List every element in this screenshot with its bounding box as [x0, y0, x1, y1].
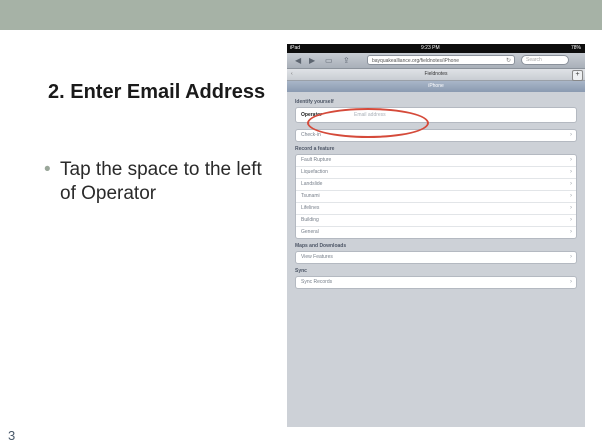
status-time: 9:23 PM — [421, 45, 440, 51]
chevron-right-icon: › — [570, 217, 572, 223]
group-operator: Operator Email address — [295, 107, 577, 123]
operator-row[interactable]: Operator Email address — [296, 108, 576, 122]
chevron-right-icon: › — [570, 205, 572, 211]
status-bar: iPad 9:23 PM 78% — [287, 44, 585, 53]
group-sync: Sync Records › — [295, 276, 577, 289]
group-checkin: Check-in › — [295, 129, 577, 142]
chevron-right-icon: › — [570, 181, 572, 187]
list-item[interactable]: View Features › — [296, 252, 576, 263]
ipad-screenshot: iPad 9:23 PM 78% ◀ ▶ ▭ ⇪ bayquakeallianc… — [287, 44, 585, 427]
url-text: bayquakealliance.org/fieldnotes/iPhone — [372, 58, 460, 64]
section-header-record: Record a feature — [295, 146, 335, 152]
browser-toolbar: ◀ ▶ ▭ ⇪ bayquakealliance.org/fieldnotes/… — [287, 53, 585, 69]
slide-title: 2. Enter Email Address — [48, 81, 266, 103]
list-item[interactable]: Tsunami › — [296, 190, 576, 202]
section-header-identify: Identify yourself — [295, 99, 334, 105]
list-item[interactable]: Lifelines › — [296, 202, 576, 214]
list-item-label: Lifelines — [301, 205, 320, 211]
tab-scroll-icon[interactable]: ‹ — [291, 69, 293, 80]
status-carrier: iPad — [290, 45, 301, 51]
reload-icon[interactable]: ↻ — [506, 56, 511, 66]
email-field[interactable]: Email address — [354, 108, 386, 122]
search-field[interactable]: Search — [521, 55, 569, 65]
status-battery: 78% — [570, 45, 581, 51]
chevron-right-icon: › — [570, 254, 572, 260]
section-header-sync: Sync — [295, 268, 307, 274]
chevron-right-icon: › — [570, 193, 572, 199]
list-item-label: Landslide — [301, 181, 323, 187]
share-icon[interactable]: ⇪ — [343, 55, 350, 66]
list-item-label: General — [301, 229, 319, 235]
list-item-label: Sync Records — [301, 279, 333, 285]
chevron-right-icon: › — [570, 229, 572, 235]
url-field[interactable]: bayquakealliance.org/fieldnotes/iPhone ↻ — [367, 55, 515, 65]
section-header-maps: Maps and Downloads — [295, 243, 347, 249]
list-item-label: Fault Rupture — [301, 157, 332, 163]
list-item[interactable]: Fault Rupture › — [296, 155, 576, 166]
list-item[interactable]: Liquefaction › — [296, 166, 576, 178]
operator-label: Operator — [301, 112, 323, 118]
chevron-right-icon: › — [570, 169, 572, 175]
bullet-text: Tap the space to the left of Operator — [60, 159, 262, 204]
group-maps: View Features › — [295, 251, 577, 264]
tab-strip: ‹ Fieldnotes + — [287, 69, 585, 81]
group-record: Fault Rupture › Liquefaction › Landslide › … — [295, 154, 577, 239]
list-item-label: Tsunami — [301, 193, 320, 199]
chevron-right-icon: › — [570, 132, 572, 138]
tab-title[interactable]: Fieldnotes — [424, 71, 447, 77]
form-content: Identify yourself Operator Email address… — [287, 92, 585, 289]
page-number: 3 — [8, 428, 16, 443]
chevron-right-icon: › — [570, 157, 572, 163]
checkin-row[interactable]: Check-in › — [296, 130, 576, 141]
bullet-dot: • — [44, 159, 51, 180]
checkin-label: Check-in — [301, 132, 321, 138]
list-item[interactable]: General › — [296, 226, 576, 238]
list-item[interactable]: Landslide › — [296, 178, 576, 190]
list-item-label: Liquefaction — [301, 169, 328, 175]
list-item-label: Building — [301, 217, 319, 223]
nav-title: iPhone — [287, 81, 585, 92]
new-tab-icon[interactable]: + — [572, 70, 583, 81]
back-icon[interactable]: ◀ — [295, 55, 301, 66]
list-item[interactable]: Sync Records › — [296, 277, 576, 288]
list-item-label: View Features — [301, 254, 333, 260]
forward-icon[interactable]: ▶ — [309, 55, 315, 66]
chevron-right-icon: › — [570, 279, 572, 285]
list-item[interactable]: Building › — [296, 214, 576, 226]
bookmarks-icon[interactable]: ▭ — [325, 55, 333, 66]
slide-top-bar — [0, 0, 602, 30]
